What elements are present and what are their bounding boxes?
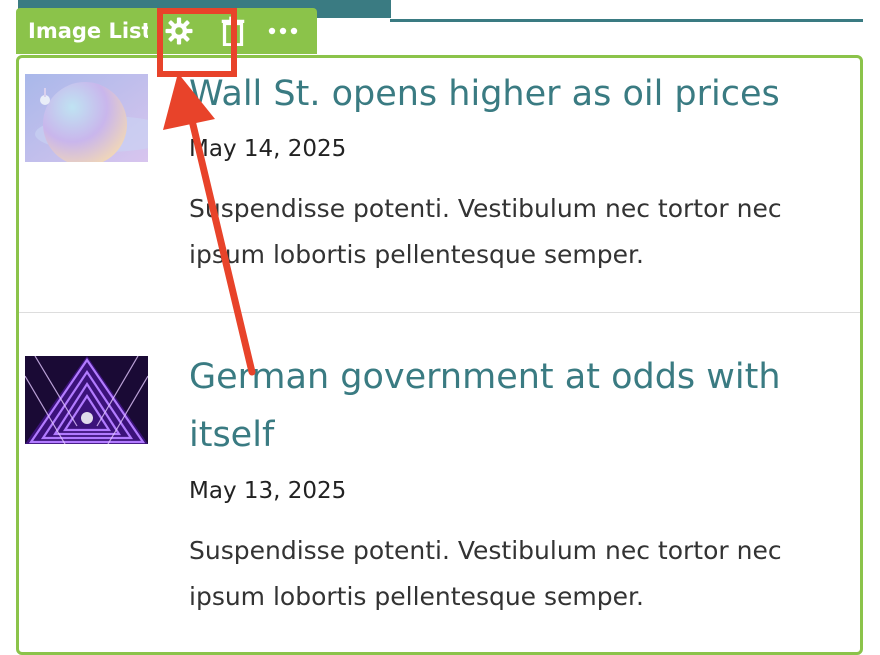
item-date: May 13, 2025 (189, 478, 347, 504)
more-options-button[interactable] (261, 8, 305, 54)
item-title-link[interactable]: Wall St. opens higher as oil prices (189, 65, 808, 123)
list-item: German government at odds with itself Ma… (19, 313, 860, 643)
item-excerpt: Suspendisse potenti. Vestibulum nec tort… (189, 194, 782, 269)
neon-triangle-tunnel-image[interactable] (25, 356, 148, 444)
item-title-link[interactable]: German government at odds with itself (189, 348, 808, 464)
delete-button[interactable] (211, 8, 255, 54)
gear-icon (165, 17, 193, 45)
block-toolbar: Image List (16, 8, 317, 77)
trash-icon (221, 16, 245, 46)
tab-bar-underline (390, 0, 863, 22)
settings-button[interactable] (157, 8, 201, 54)
block-type-label: Image List (28, 19, 148, 43)
item-excerpt: Suspendisse potenti. Vestibulum nec tort… (189, 536, 782, 611)
more-horizontal-icon (268, 27, 298, 35)
pastel-sphere-image[interactable] (25, 74, 148, 162)
item-date: May 14, 2025 (189, 136, 347, 162)
list-item: Wall St. opens higher as oil prices May … (19, 58, 860, 313)
